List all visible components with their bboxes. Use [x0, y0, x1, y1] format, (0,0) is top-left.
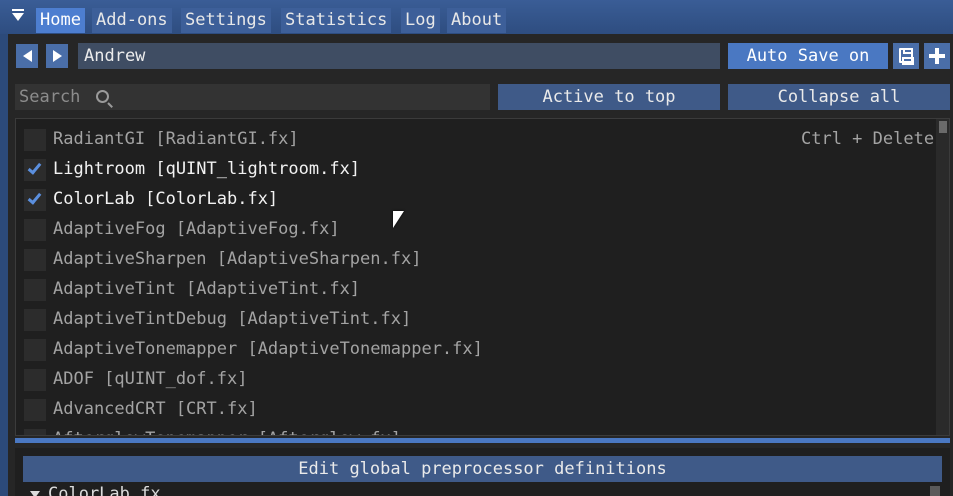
tab-home[interactable]: Home [36, 8, 85, 33]
mouse-cursor-icon [393, 211, 404, 228]
effect-shortcut: Ctrl + Delete [801, 129, 935, 149]
effect-label: AdaptiveTonemapper [AdaptiveTonemapper.f… [53, 339, 483, 359]
effect-checkbox[interactable] [24, 129, 46, 151]
checkmark-icon [27, 190, 42, 205]
active-to-top-button[interactable]: Active to top [498, 84, 720, 110]
save-preset-button[interactable] [893, 43, 919, 69]
effect-checkbox[interactable] [24, 219, 46, 241]
search-input[interactable]: Search [15, 84, 490, 110]
tree-node-label: ColorLab.fx [48, 484, 161, 496]
tab-add-ons[interactable]: Add-ons [92, 8, 172, 33]
effect-list-scrollbar[interactable] [936, 119, 949, 435]
list-item[interactable]: AdaptiveTint [AdaptiveTint.fx] [16, 274, 936, 304]
tab-settings[interactable]: Settings [181, 8, 271, 33]
window-collapse-icon[interactable] [12, 9, 24, 21]
effect-label: AdaptiveFog [AdaptiveFog.fx] [53, 219, 340, 239]
effect-label: AdaptiveSharpen [AdaptiveSharpen.fx] [53, 249, 422, 269]
effect-checkbox[interactable] [24, 399, 46, 421]
effect-checkbox[interactable] [24, 309, 46, 331]
search-icon [96, 90, 109, 103]
arrow-left-icon [23, 50, 32, 62]
panel-splitter[interactable] [15, 438, 950, 443]
effect-checkbox[interactable] [24, 159, 46, 181]
effect-checkbox[interactable] [24, 429, 46, 435]
effect-label: AfterglowTonemapper [Afterglow.fx] [53, 424, 401, 435]
previous-preset-button[interactable] [16, 44, 38, 68]
effect-label: Lightroom [qUINT_lightroom.fx] [53, 159, 361, 179]
preset-name-field[interactable]: Andrew [78, 43, 720, 69]
list-item[interactable]: RadiantGI [RadiantGI.fx] Ctrl + Delete [16, 124, 936, 154]
edit-preprocessor-definitions-button[interactable]: Edit global preprocessor definitions [23, 456, 942, 482]
effect-label: ADOF [qUINT_dof.fx] [53, 369, 248, 389]
effect-checkbox[interactable] [24, 339, 46, 361]
list-item[interactable]: AdaptiveFog [AdaptiveFog.fx] [16, 214, 936, 244]
effect-list: RadiantGI [RadiantGI.fx] Ctrl + Delete L… [15, 118, 950, 436]
scrollbar-thumb[interactable] [939, 121, 947, 133]
effect-checkbox[interactable] [24, 249, 46, 271]
save-icon [899, 48, 914, 65]
effect-label: RadiantGI [RadiantGI.fx] [53, 129, 299, 149]
collapse-all-button[interactable]: Collapse all [728, 84, 950, 110]
checkmark-icon [27, 160, 42, 175]
list-item[interactable]: AdaptiveTonemapper [AdaptiveTonemapper.f… [16, 334, 936, 364]
list-item[interactable]: ColorLab [ColorLab.fx] [16, 184, 936, 214]
list-item[interactable]: AdvancedCRT [CRT.fx] [16, 394, 936, 424]
list-item[interactable]: ADOF [qUINT_dof.fx] [16, 364, 936, 394]
next-preset-button[interactable] [46, 44, 68, 68]
effect-label: ColorLab [ColorLab.fx] [53, 189, 279, 209]
effect-tree-node[interactable]: ColorLab.fx [30, 484, 161, 496]
effect-label: AdaptiveTint [AdaptiveTint.fx] [53, 279, 361, 299]
menu-bar: Home Add-ons Settings Statistics Log Abo… [0, 0, 953, 34]
arrow-right-icon [53, 50, 62, 62]
list-item[interactable]: AfterglowTonemapper [Afterglow.fx] [16, 424, 936, 435]
effect-label: AdaptiveTintDebug [AdaptiveTint.fx] [53, 309, 412, 329]
auto-save-button[interactable]: Auto Save on [728, 43, 888, 69]
add-preset-button[interactable] [924, 43, 950, 69]
variable-editor-scrollbar[interactable] [930, 486, 940, 496]
list-item[interactable]: AdaptiveTintDebug [AdaptiveTint.fx] [16, 304, 936, 334]
expand-arrow-icon [30, 490, 40, 496]
effect-checkbox[interactable] [24, 369, 46, 391]
tab-statistics[interactable]: Statistics [281, 8, 392, 33]
list-item[interactable]: Lightroom [qUINT_lightroom.fx] [16, 154, 936, 184]
tab-log[interactable]: Log [401, 8, 440, 33]
effect-checkbox[interactable] [24, 189, 46, 211]
effect-label: AdvancedCRT [CRT.fx] [53, 399, 258, 419]
list-item[interactable]: AdaptiveSharpen [AdaptiveSharpen.fx] [16, 244, 936, 274]
tab-about[interactable]: About [447, 8, 507, 33]
effect-checkbox[interactable] [24, 279, 46, 301]
